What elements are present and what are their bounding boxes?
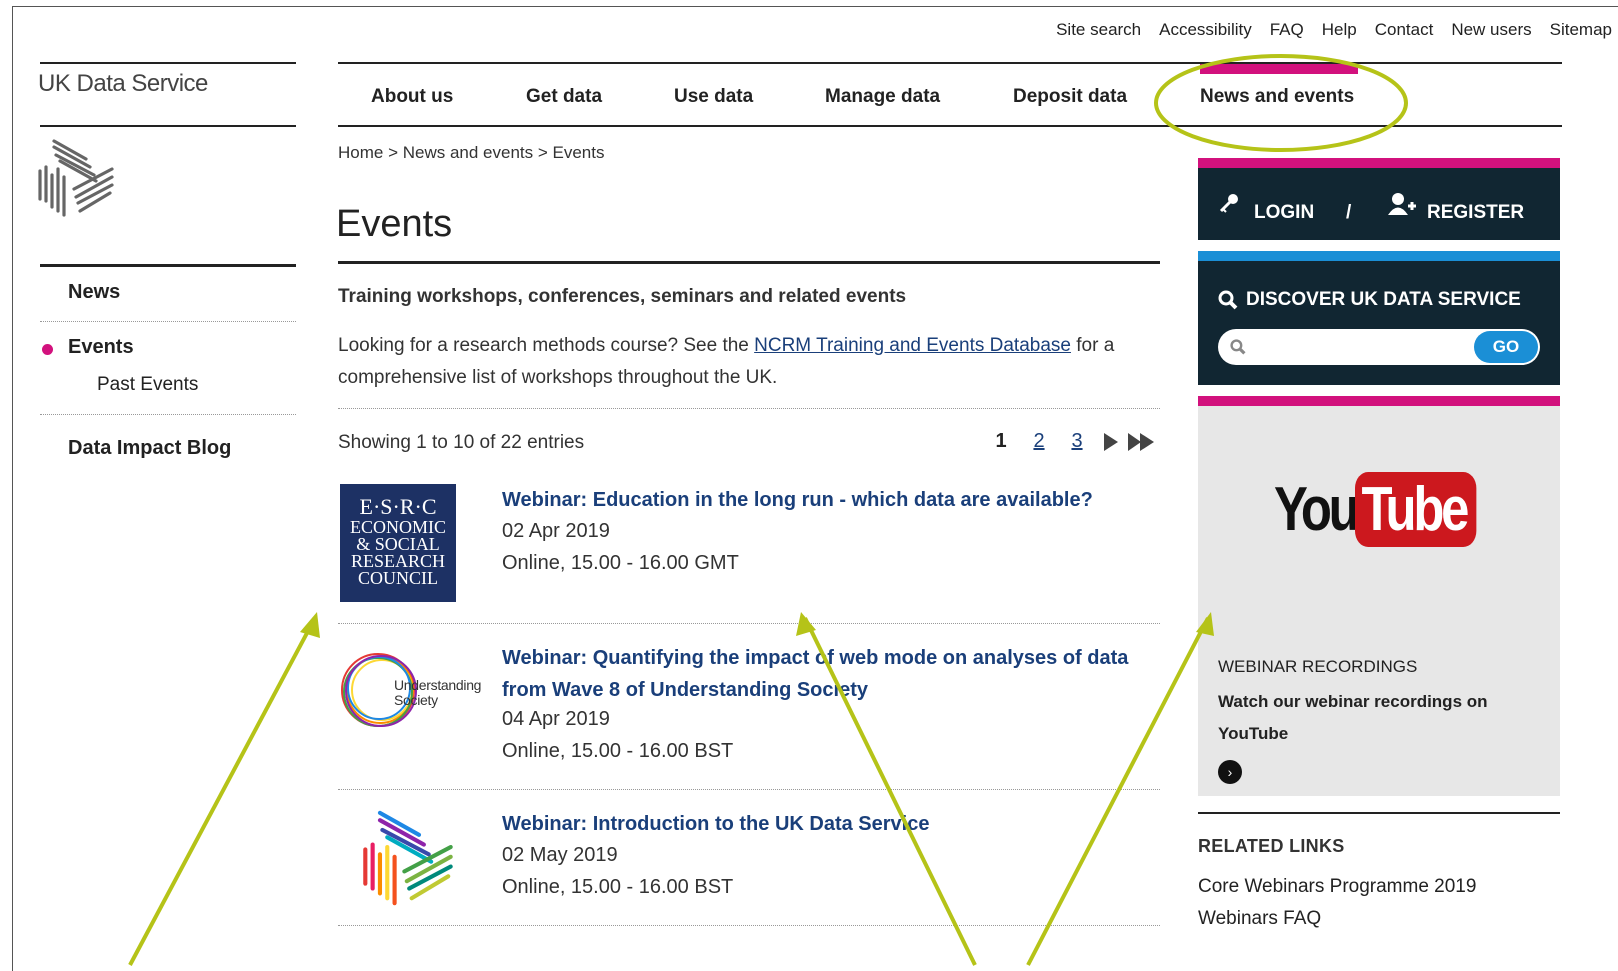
related-links-rule bbox=[1198, 812, 1560, 814]
register-link[interactable]: REGISTER bbox=[1427, 202, 1524, 224]
event-title[interactable]: Webinar: Introduction to the UK Data Ser… bbox=[502, 808, 1152, 840]
intro-text-start: Looking for a research methods course? S… bbox=[338, 335, 755, 356]
nav-use-data[interactable]: Use data bbox=[674, 86, 753, 108]
search-icon bbox=[1230, 339, 1246, 355]
main-nav-bottom-rule bbox=[338, 125, 1562, 127]
brand-top-rule bbox=[40, 62, 296, 64]
event-divider bbox=[338, 925, 1160, 926]
esrc-logo[interactable]: E·S·R·C ECONOMIC & SOCIAL RESEARCH COUNC… bbox=[340, 484, 456, 602]
active-tab-indicator bbox=[1200, 64, 1358, 74]
left-nav: News Events Past Events Data Impact Blog bbox=[40, 264, 296, 460]
search-icon bbox=[1218, 290, 1238, 310]
page-1: 1 bbox=[995, 430, 1007, 452]
event-title[interactable]: Webinar: Education in the long run - whi… bbox=[502, 484, 1152, 516]
nav-about-us[interactable]: About us bbox=[371, 86, 453, 108]
key-icon bbox=[1219, 194, 1238, 213]
event-date: 02 May 2019 bbox=[502, 844, 618, 866]
content-divider bbox=[338, 408, 1160, 409]
add-user-icon bbox=[1388, 193, 1416, 215]
webinar-recordings-heading: WEBINAR RECORDINGS bbox=[1218, 657, 1418, 676]
sitemap-link[interactable]: Sitemap bbox=[1550, 20, 1612, 40]
event-location: Online, 15.00 - 16.00 GMT bbox=[502, 552, 739, 574]
esrc-logo-line: E·S·R·C bbox=[359, 494, 437, 519]
event-divider bbox=[338, 789, 1160, 790]
login-separator: / bbox=[1346, 202, 1352, 223]
discover-accent-bar bbox=[1198, 251, 1560, 261]
youtube-accent-bar bbox=[1198, 396, 1560, 406]
nav-get-data[interactable]: Get data bbox=[526, 86, 602, 108]
youtube-logo-tube: Tube bbox=[1354, 472, 1476, 547]
event-item: Webinar: Introduction to the UK Data Ser… bbox=[338, 808, 1160, 928]
page-3-link[interactable]: 3 bbox=[1058, 430, 1096, 453]
understanding-society-logo[interactable]: Understanding Society bbox=[338, 650, 481, 770]
nav-manage-data[interactable]: Manage data bbox=[825, 86, 940, 108]
pagination: 1 2 3 bbox=[982, 430, 1156, 453]
go-button[interactable]: GO bbox=[1474, 331, 1538, 363]
webinar-recordings-text[interactable]: Watch our webinar recordings on YouTube bbox=[1218, 686, 1538, 750]
faq-link[interactable]: FAQ bbox=[1270, 20, 1304, 40]
event-date: 04 Apr 2019 bbox=[502, 708, 610, 730]
login-accent-bar bbox=[1198, 158, 1560, 168]
site-search-link[interactable]: Site search bbox=[1056, 20, 1141, 40]
uk-data-service-color-logo[interactable] bbox=[358, 808, 458, 908]
page-subheading: Training workshops, conferences, seminar… bbox=[338, 286, 907, 307]
understanding-society-logo-line: Understanding bbox=[394, 677, 482, 693]
utility-links: Site search Accessibility FAQ Help Conta… bbox=[1056, 20, 1612, 40]
breadcrumb[interactable]: Home > News and events > Events bbox=[338, 143, 604, 163]
related-links-heading: RELATED LINKS bbox=[1198, 836, 1345, 856]
event-title[interactable]: Webinar: Quantifying the impact of web m… bbox=[502, 642, 1152, 706]
uk-data-service-logo[interactable] bbox=[38, 137, 116, 219]
event-location: Online, 15.00 - 16.00 BST bbox=[502, 740, 734, 762]
discover-label: DISCOVER UK DATA SERVICE bbox=[1246, 289, 1521, 310]
intro-text: Looking for a research methods course? S… bbox=[338, 330, 1160, 394]
understanding-society-logo-line: Society bbox=[394, 692, 438, 708]
main-nav-top-rule bbox=[338, 62, 1562, 64]
title-rule bbox=[338, 261, 1160, 264]
brand-bottom-rule bbox=[40, 125, 296, 127]
brand-name[interactable]: UK Data Service bbox=[38, 70, 208, 98]
ncrm-database-link[interactable]: NCRM Training and Events Database bbox=[754, 335, 1071, 356]
left-nav-data-impact-blog[interactable]: Data Impact Blog bbox=[40, 437, 296, 460]
login-register-panel: LOGIN / REGISTER bbox=[1198, 168, 1560, 240]
youtube-logo-you: You bbox=[1274, 475, 1360, 544]
page-2-link[interactable]: 2 bbox=[1020, 430, 1058, 453]
related-link[interactable]: Webinars FAQ bbox=[1198, 908, 1321, 930]
nav-news-and-events[interactable]: News and events bbox=[1200, 86, 1354, 108]
left-nav-events[interactable]: Events bbox=[40, 336, 296, 374]
last-page-icon[interactable] bbox=[1126, 431, 1156, 453]
next-page-icon[interactable] bbox=[1102, 431, 1120, 453]
event-item: Understanding Society Webinar: Quantifyi… bbox=[338, 642, 1160, 782]
login-link[interactable]: LOGIN bbox=[1254, 202, 1314, 224]
help-link[interactable]: Help bbox=[1322, 20, 1357, 40]
discover-panel: DISCOVER UK DATA SERVICE GO bbox=[1198, 261, 1560, 385]
discover-heading: DISCOVER UK DATA SERVICE bbox=[1218, 289, 1521, 311]
related-link[interactable]: Core Webinars Programme 2019 bbox=[1198, 876, 1476, 898]
event-item: E·S·R·C ECONOMIC & SOCIAL RESEARCH COUNC… bbox=[338, 484, 1160, 624]
event-date: 02 Apr 2019 bbox=[502, 520, 610, 542]
event-divider bbox=[338, 623, 1160, 624]
left-nav-past-events[interactable]: Past Events bbox=[40, 374, 296, 414]
new-users-link[interactable]: New users bbox=[1451, 20, 1531, 40]
nav-deposit-data[interactable]: Deposit data bbox=[1013, 86, 1127, 108]
page-title: Events bbox=[336, 203, 453, 245]
youtube-logo[interactable]: You Tube bbox=[1274, 472, 1502, 547]
arrow-right-circle-icon[interactable]: › bbox=[1218, 760, 1242, 784]
left-nav-news[interactable]: News bbox=[40, 281, 296, 321]
discover-search-input[interactable] bbox=[1254, 333, 1468, 363]
accessibility-link[interactable]: Accessibility bbox=[1159, 20, 1252, 40]
event-location: Online, 15.00 - 16.00 BST bbox=[502, 876, 734, 898]
entries-count: Showing 1 to 10 of 22 entries bbox=[338, 432, 585, 453]
discover-search-box: GO bbox=[1218, 329, 1540, 365]
esrc-logo-line: COUNCIL bbox=[358, 568, 438, 588]
contact-link[interactable]: Contact bbox=[1375, 20, 1434, 40]
